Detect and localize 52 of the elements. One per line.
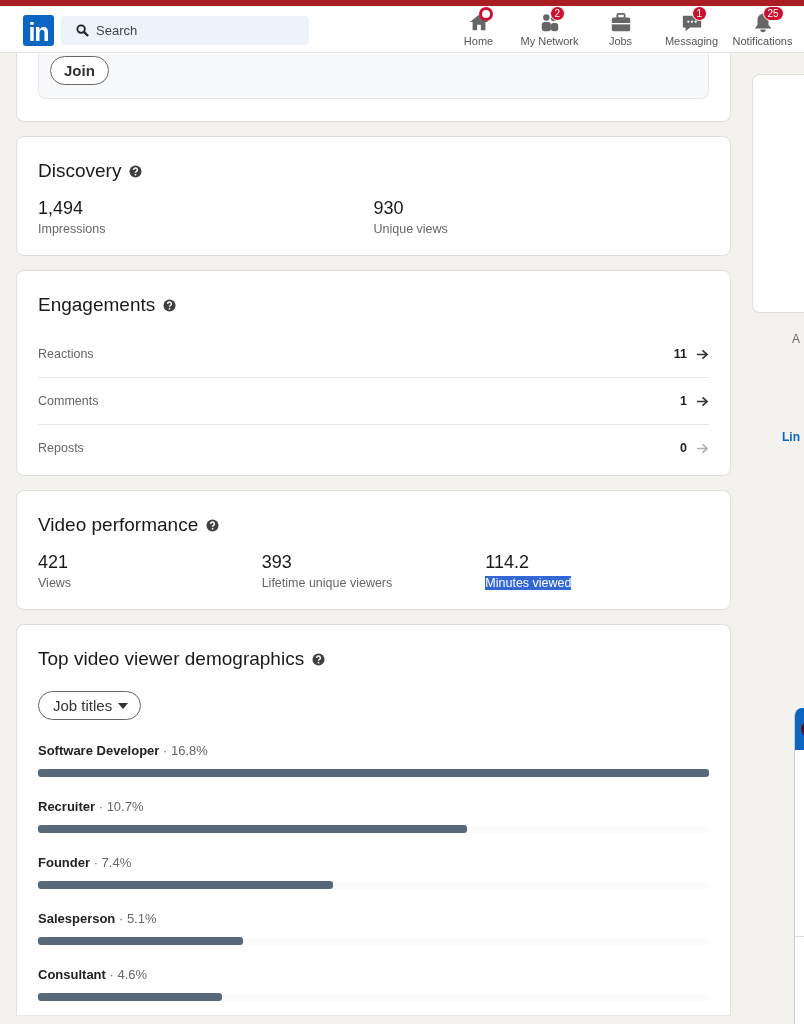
section-title: Video performance	[38, 514, 199, 536]
section-title: Top video viewer demographics	[38, 648, 305, 670]
help-icon[interactable]	[206, 518, 220, 532]
stat-value: 1,494	[38, 197, 85, 219]
section-title: Discovery	[38, 160, 122, 182]
footer-text: A	[792, 332, 800, 346]
messaging-panel[interactable]	[794, 708, 804, 1024]
engagement-count: 0	[680, 441, 687, 455]
count-badge: 2	[549, 5, 566, 21]
engagement-label: Reactions	[38, 347, 95, 361]
job-title: Consultant	[38, 967, 106, 982]
engagement-count: 1	[680, 394, 687, 408]
stat-label: Lifetime unique viewers	[261, 576, 393, 590]
engagement-label: Reposts	[38, 441, 85, 455]
job-title: Salesperson	[38, 911, 116, 926]
stat-label: Minutes viewed	[485, 576, 572, 590]
search-icon	[76, 23, 89, 37]
nav-item[interactable]: Home	[443, 4, 514, 47]
nav-item[interactable]: 25 Notifications	[727, 4, 798, 47]
engagement-label: Comments	[38, 394, 100, 408]
stat-label: Impressions	[38, 222, 106, 236]
section-title: Engagements	[38, 294, 156, 316]
nav-item[interactable]: 1 Messaging	[656, 4, 727, 47]
count-badge: 25	[762, 5, 784, 21]
count-badge: 1	[691, 5, 708, 21]
job-titles-dropdown[interactable]: Job titles	[38, 691, 142, 720]
percentage: · 4.6%	[109, 967, 148, 982]
nav-item[interactable]: Jobs	[585, 4, 656, 47]
help-icon[interactable]	[129, 164, 143, 178]
percentage: · 7.4%	[93, 855, 132, 870]
search-field[interactable]: Search	[61, 15, 309, 45]
job-title: Software Developer	[38, 743, 160, 758]
stat-value: 114.2	[485, 551, 531, 573]
caret-icon	[118, 702, 129, 709]
percentage: · 5.1%	[118, 911, 157, 926]
stat-value: 930	[373, 197, 405, 219]
help-icon[interactable]	[163, 298, 177, 312]
nav-item[interactable]: 2 My Network	[514, 4, 585, 47]
engagement-count: 11	[673, 347, 687, 361]
join-button[interactable]: Join	[50, 56, 109, 85]
job-title: Recruiter	[38, 799, 96, 814]
percentage: · 16.8%	[163, 743, 208, 758]
footer-link[interactable]: Lin	[782, 430, 800, 444]
stat-label: Unique views	[373, 222, 448, 236]
stat-value: 421	[38, 551, 70, 573]
logo[interactable]: in	[23, 14, 54, 46]
job-title: Founder	[38, 855, 90, 870]
stat-value: 393	[261, 551, 293, 573]
stat-label: Views	[38, 576, 72, 590]
briefcase-icon	[609, 11, 632, 34]
help-icon[interactable]	[312, 652, 326, 666]
percentage: · 10.7%	[98, 799, 144, 814]
